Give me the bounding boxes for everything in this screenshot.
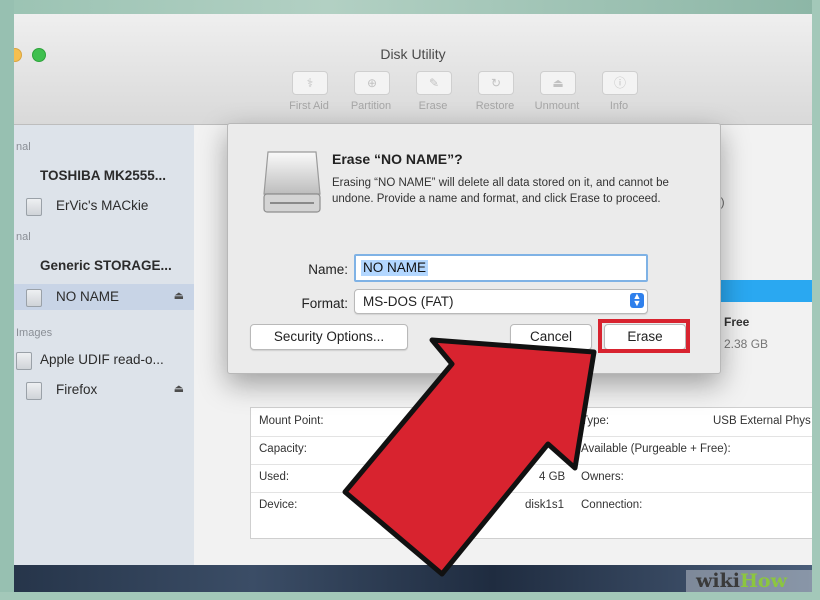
- info-value: GB: [553, 443, 570, 455]
- cancel-button[interactable]: Cancel: [510, 324, 592, 350]
- background-top: [0, 0, 820, 14]
- info-key: Owners:: [581, 471, 624, 483]
- name-label: Name:: [308, 262, 348, 277]
- sidebar-item-label: Apple UDIF read-o...: [40, 352, 164, 367]
- sidebar-item-label: Generic STORAGE...: [40, 258, 172, 273]
- info-key: Device:: [259, 499, 298, 511]
- erase-dialog: Erase “NO NAME”? Erasing “NO NAME” will …: [227, 123, 721, 374]
- background-right: [812, 0, 820, 600]
- sidebar-item-toshiba[interactable]: TOSHIBA MK2555...: [14, 163, 194, 189]
- disk-utility-window: Disk Utility ⚕ ⊕ ✎ ↻ ⏏ ⓘ First Aid Parti…: [14, 14, 812, 592]
- erase-highlight-box: [598, 319, 690, 353]
- partition-label: Partition: [350, 100, 392, 112]
- info-key: Used:: [259, 471, 290, 483]
- name-input[interactable]: NO NAME: [354, 254, 648, 282]
- info-value: USB External Phys: [713, 415, 811, 427]
- unmount-label: Unmount: [534, 100, 580, 112]
- volume-icon: [26, 382, 42, 400]
- watermark-part2: How: [739, 570, 787, 592]
- sidebar-item-label: TOSHIBA MK2555...: [40, 168, 167, 183]
- eject-icon[interactable]: ⏏: [174, 382, 184, 395]
- sidebar: nal TOSHIBA MK2555... ErVic's MACkie nal…: [14, 125, 194, 565]
- volume-icon: [26, 198, 42, 216]
- restore-icon[interactable]: ↻: [478, 71, 514, 95]
- sidebar-item-generic-storage[interactable]: Generic STORAGE...: [14, 253, 194, 279]
- sidebar-section-images: Images: [16, 327, 53, 339]
- sidebar-item-apple-udif[interactable]: Apple UDIF read-o...: [14, 347, 194, 373]
- info-value: l: [557, 415, 560, 427]
- sidebar-section-external: nal: [16, 231, 31, 243]
- info-value: disk1s1: [525, 499, 564, 511]
- disk-image-icon: [16, 352, 32, 370]
- eject-icon[interactable]: ⏏: [174, 289, 184, 302]
- sidebar-item-firefox[interactable]: Firefox ⏏: [14, 377, 194, 403]
- sidebar-item-ervics-mackie[interactable]: ErVic's MACkie: [14, 193, 194, 219]
- dialog-message: Erasing “NO NAME” will delete all data s…: [332, 177, 669, 205]
- name-input-value: NO NAME: [361, 260, 429, 276]
- sidebar-item-label: NO NAME: [56, 289, 120, 304]
- info-key: Type:: [581, 415, 610, 427]
- window-title: Disk Utility: [380, 46, 446, 62]
- info-label: Info: [609, 100, 629, 112]
- unmount-icon[interactable]: ⏏: [540, 71, 576, 95]
- partition-icon[interactable]: ⊕: [354, 71, 390, 95]
- security-options-button[interactable]: Security Options...: [250, 324, 408, 350]
- info-key: Connection:: [581, 499, 643, 511]
- sidebar-section-internal: nal: [16, 141, 31, 153]
- table-row: Used: 4 GB Owners:: [251, 464, 812, 493]
- info-table: Mount Point: l Type: USB External Phys C…: [250, 407, 812, 539]
- external-drive-icon: [263, 151, 321, 213]
- table-row: Device: disk1s1 Connection:: [251, 492, 812, 520]
- erase-label: Erase: [418, 100, 448, 112]
- table-row: Mount Point: l Type: USB External Phys: [251, 408, 812, 437]
- background-bottom: [0, 592, 820, 600]
- sidebar-item-no-name[interactable]: NO NAME ⏏: [14, 284, 194, 310]
- format-select[interactable]: MS-DOS (FAT) ▲ ▼: [354, 289, 648, 314]
- chevron-updown-icon: ▲ ▼: [630, 292, 644, 308]
- table-row: Capacity: GB Available (Purgeable + Free…: [251, 436, 812, 465]
- watermark-part1: wiki: [696, 570, 740, 592]
- free-value: 2.38 GB: [724, 337, 769, 351]
- sidebar-item-label: ErVic's MACkie: [56, 198, 149, 213]
- sidebar-item-label: Firefox: [56, 382, 98, 397]
- dialog-title: Erase “NO NAME”?: [332, 151, 463, 167]
- wikihow-watermark: wikiHow: [686, 570, 812, 592]
- info-key: Available (Purgeable + Free):: [581, 443, 731, 455]
- info-key: Capacity:: [259, 443, 307, 455]
- first-aid-icon[interactable]: ⚕: [292, 71, 328, 95]
- info-icon[interactable]: ⓘ: [602, 71, 638, 95]
- format-select-value: MS-DOS (FAT): [363, 294, 454, 309]
- volume-icon: [26, 289, 42, 307]
- erase-icon[interactable]: ✎: [416, 71, 452, 95]
- titlebar: Disk Utility ⚕ ⊕ ✎ ↻ ⏏ ⓘ First Aid Parti…: [14, 14, 812, 125]
- free-label: Free: [724, 315, 750, 329]
- info-value: 4 GB: [539, 471, 566, 483]
- info-key: Mount Point:: [259, 415, 324, 427]
- first-aid-label: First Aid: [289, 100, 329, 112]
- format-label: Format:: [301, 296, 348, 311]
- restore-label: Restore: [475, 100, 515, 112]
- background-left: [0, 0, 14, 600]
